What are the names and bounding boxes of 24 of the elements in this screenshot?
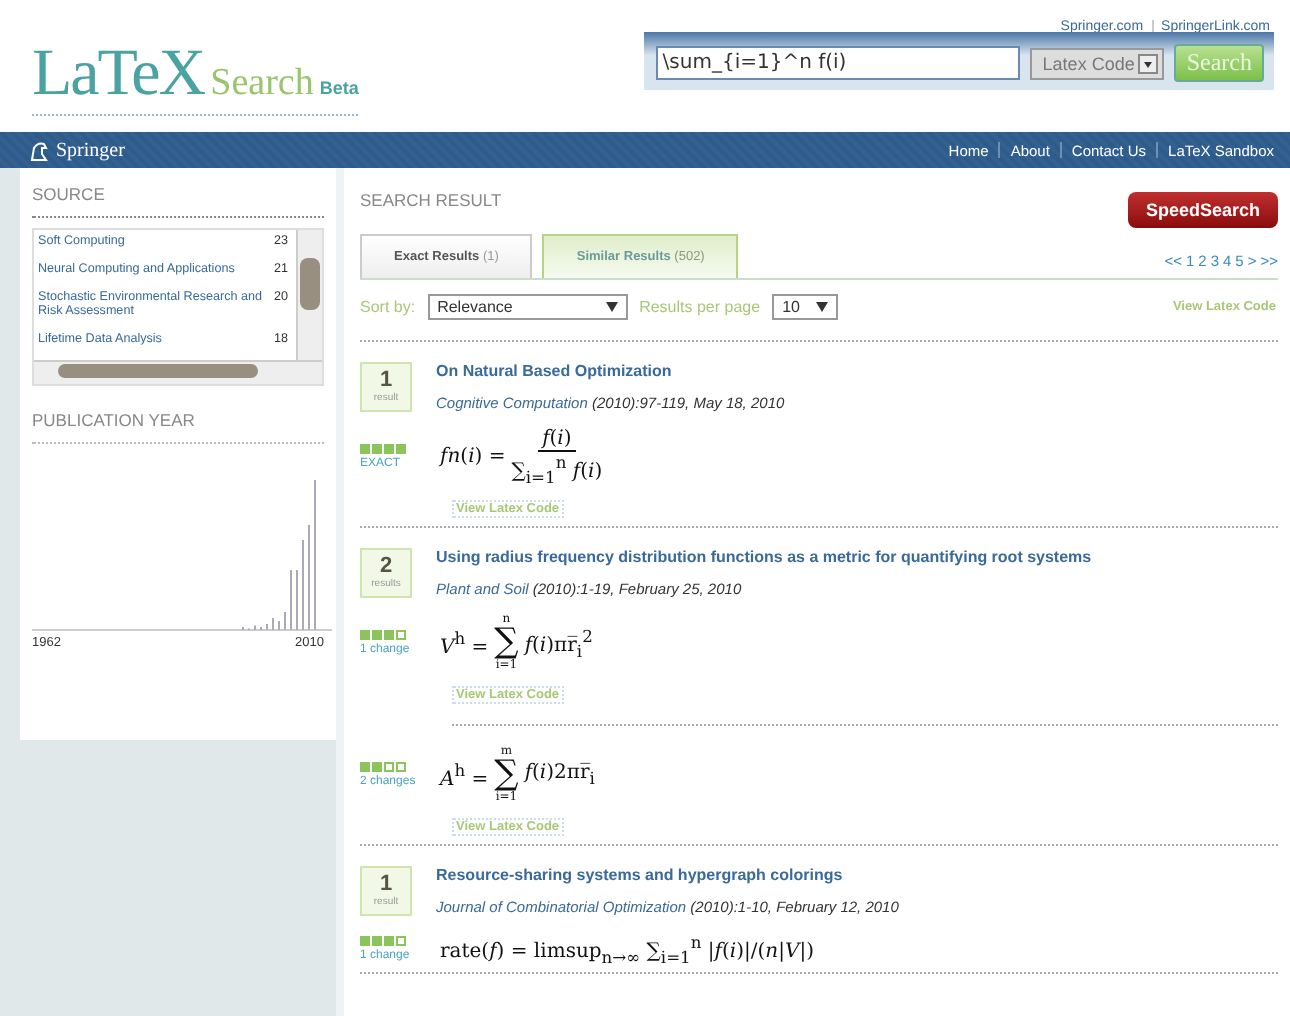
sort-dropdown[interactable]: Relevance [427,294,628,320]
dropdown-arrow-icon [815,302,828,312]
formula: rate(f) = limsup$_{n→∞}$ ∑$_{i=1}$$^{n}$ |f(i)|/(n|V|) [440,932,814,968]
logo-text: LaTeX [32,38,205,112]
result-title-link[interactable]: Using radius frequency distribution functions as a metric for quantifying root systems [436,548,1092,567]
per-page-dropdown[interactable]: 10 [772,294,838,320]
section-title: PUBLICATION YEAR [32,410,324,444]
formula: fn(i) = f(i) ∑$_{i=1}$$^{n}$ f(i) [440,428,603,487]
search-field[interactable]: \sum_{i=1}^n f(i) [656,46,1021,80]
mode-dropdown[interactable]: Latex Code [1030,47,1165,79]
logo-subtitle: Search [210,62,314,106]
brand-text: Springer [56,139,125,161]
section-title: SEARCH RESULT [360,188,502,210]
result-title-link[interactable]: On Natural Based Optimization [436,362,785,380]
horizontal-scrollbar[interactable] [34,360,322,384]
springer-brand[interactable]: Springer [28,139,125,161]
result-title-link[interactable]: Resource-sharing systems and hypergraph colorings [436,866,899,885]
vertical-scrollbar[interactable] [296,230,322,360]
section-title: SOURCE [32,184,324,218]
speedsearch-button[interactable]: SpeedSearch [1127,192,1278,228]
beta-label: Beta [319,78,359,98]
per-page-label: Results per page [639,298,761,316]
dropdown-arrow-icon [605,302,618,312]
sort-label: Sort by: [360,298,416,316]
